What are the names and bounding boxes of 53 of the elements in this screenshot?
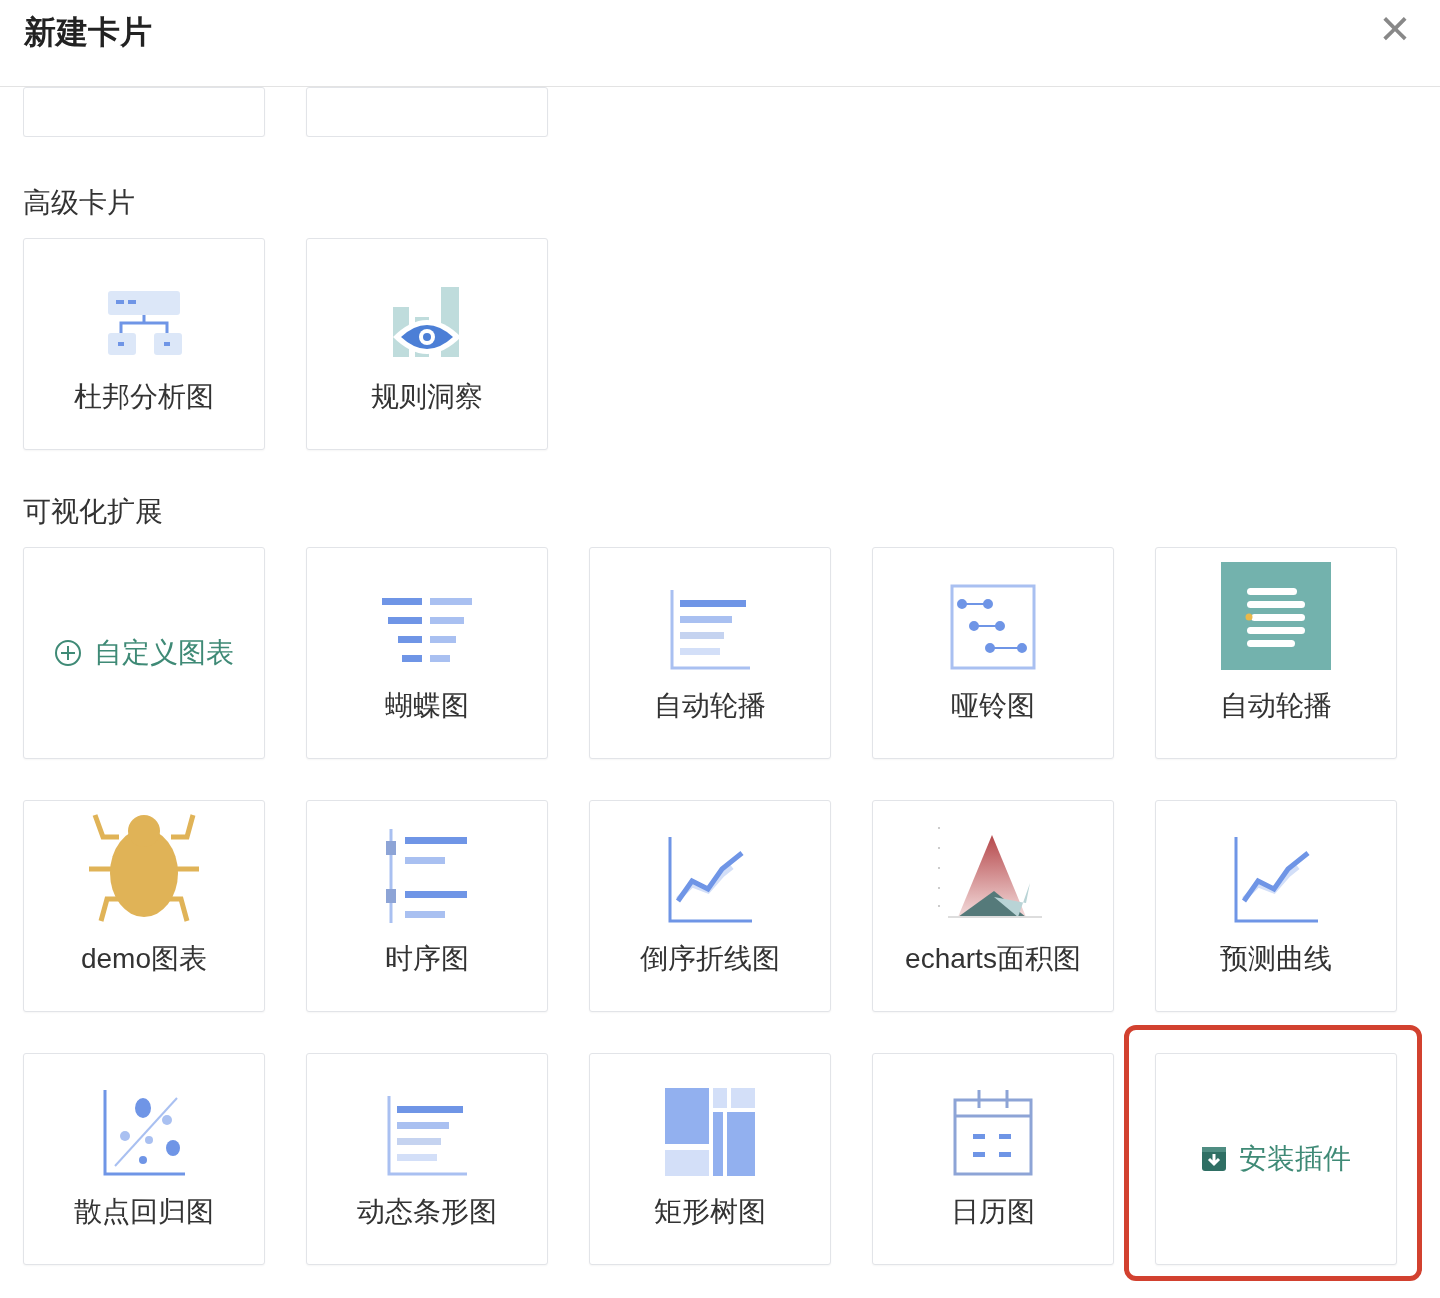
section-heading: 高级卡片 xyxy=(23,186,136,220)
chart-card[interactable]: 动态条形图 xyxy=(306,1053,548,1265)
custom-chart-link[interactable]: 自定义图表 xyxy=(54,635,234,671)
install-plugin-link[interactable]: 安装插件 xyxy=(1201,1141,1351,1177)
card-label: 蝴蝶图 xyxy=(385,689,469,723)
calendar-icon xyxy=(953,1090,1033,1176)
dialog-title: 新建卡片 xyxy=(24,13,152,52)
chart-card[interactable]: 哑铃图 xyxy=(872,547,1114,759)
line-chart-icon xyxy=(1234,837,1318,923)
chart-card[interactable]: demo图表 xyxy=(23,800,265,1012)
scatter-icon xyxy=(103,1090,185,1176)
chart-card[interactable]: 倒序折线图 xyxy=(589,800,831,1012)
chart-card[interactable]: 规则洞察 xyxy=(306,238,548,450)
chart-card[interactable]: 时序图 xyxy=(306,800,548,1012)
chart-card[interactable]: echarts面积图 xyxy=(872,800,1114,1012)
install-card[interactable]: 安装插件 xyxy=(1155,1053,1397,1265)
card-label: echarts面积图 xyxy=(905,942,1081,976)
close-button[interactable]: × xyxy=(1373,6,1416,50)
card-label: 规则洞察 xyxy=(371,380,483,414)
card-label: 日历图 xyxy=(951,1195,1035,1229)
text-lines-icon xyxy=(1221,562,1331,670)
chart-card[interactable] xyxy=(23,87,265,137)
card-label: 时序图 xyxy=(385,942,469,976)
chart-card[interactable]: 矩形树图 xyxy=(589,1053,831,1265)
section-heading: 可视化扩展 xyxy=(23,495,164,529)
card-label: demo图表 xyxy=(80,942,207,976)
card-label: 自动轮播 xyxy=(1220,689,1332,723)
chart-card[interactable]: 日历图 xyxy=(872,1053,1114,1265)
bar-list-icon xyxy=(670,590,750,670)
dumbbell-icon xyxy=(950,584,1036,670)
add-circle-icon xyxy=(54,639,82,667)
card-label: 倒序折线图 xyxy=(640,942,780,976)
line-chart-icon xyxy=(668,837,752,923)
treemap-icon xyxy=(665,1088,755,1176)
chart-card[interactable] xyxy=(306,87,548,137)
card-label: 自动轮播 xyxy=(654,689,766,723)
timeline-bars-icon xyxy=(385,829,469,923)
card-label: 散点回归图 xyxy=(74,1195,214,1229)
download-box-icon xyxy=(1201,1146,1227,1172)
chart-card[interactable]: 自动轮播 xyxy=(1155,547,1397,759)
bug-icon xyxy=(89,813,199,923)
card-label: 杜邦分析图 xyxy=(74,380,214,414)
add-card[interactable]: 自定义图表 xyxy=(23,547,265,759)
chart-card[interactable]: 散点回归图 xyxy=(23,1053,265,1265)
chart-card[interactable]: 预测曲线 xyxy=(1155,800,1397,1012)
card-label: 哑铃图 xyxy=(951,689,1035,723)
card-label: 矩形树图 xyxy=(654,1195,766,1229)
chart-card[interactable]: 杜邦分析图 xyxy=(23,238,265,450)
card-label: 动态条形图 xyxy=(357,1195,497,1229)
chart-card[interactable]: 蝴蝶图 xyxy=(306,547,548,759)
bar-list-icon xyxy=(387,1096,467,1176)
chart-card[interactable]: 自动轮播 xyxy=(589,547,831,759)
card-label: 预测曲线 xyxy=(1220,942,1332,976)
